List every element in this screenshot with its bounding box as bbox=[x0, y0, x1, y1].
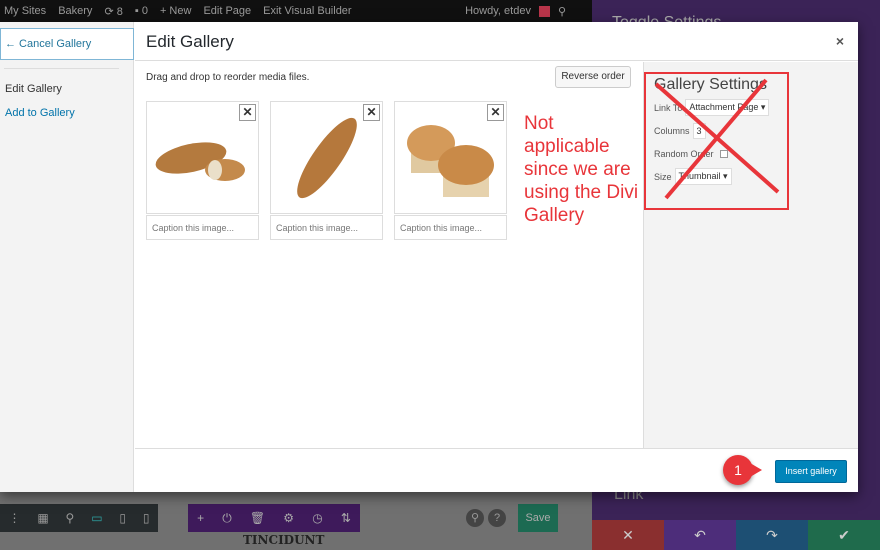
tablet-icon[interactable]: ▯ bbox=[119, 511, 126, 525]
undo-button[interactable]: ↶ bbox=[664, 520, 736, 550]
howdy-link[interactable]: Howdy, etdev bbox=[465, 5, 531, 17]
layout-icon[interactable]: ▦ bbox=[37, 511, 48, 525]
admin-bar: My Sites Bakery ⟳ 8 ▪ 0 + New Edit Page … bbox=[0, 0, 592, 22]
menu-icon[interactable]: ⋮ bbox=[8, 511, 20, 525]
gallery-item[interactable]: ✕ Caption this image... bbox=[394, 101, 507, 240]
step-callout: 1 bbox=[723, 455, 762, 485]
gallery-settings: Gallery Settings Link To Attachment Page … bbox=[643, 62, 858, 448]
reverse-order-button[interactable]: Reverse order bbox=[555, 66, 631, 88]
sidebar-item-edit-gallery[interactable]: Edit Gallery bbox=[0, 77, 133, 101]
divider bbox=[4, 68, 119, 69]
phone-icon[interactable]: ▯ bbox=[143, 511, 150, 525]
gallery-item[interactable]: ✕ Caption this image... bbox=[270, 101, 383, 240]
annotation-text: Not applicable since we are using the Di… bbox=[524, 113, 639, 226]
muffins-image bbox=[406, 124, 494, 197]
desktop-icon[interactable]: ▭ bbox=[91, 511, 102, 525]
instructions: Drag and drop to reorder media files. bbox=[146, 72, 310, 83]
edit-gallery-modal: ← Cancel Gallery Edit Gallery Add to Gal… bbox=[0, 22, 858, 492]
new-label: New bbox=[169, 5, 192, 17]
page-toolbar: + ⏻ 🗑 ⚙ ◷ ⇅ bbox=[188, 504, 360, 532]
comments-count: 0 bbox=[141, 5, 148, 17]
save-button[interactable]: Save bbox=[518, 504, 558, 532]
exit-builder-link[interactable]: Exit Visual Builder bbox=[263, 5, 351, 17]
site-link[interactable]: Bakery bbox=[58, 5, 92, 17]
modal-footer: 1 Insert gallery bbox=[135, 448, 858, 492]
edit-page-link[interactable]: Edit Page bbox=[203, 5, 251, 17]
page-title: Edit Gallery bbox=[146, 32, 234, 51]
caption-input[interactable]: Caption this image... bbox=[394, 215, 507, 240]
new-link[interactable]: + New bbox=[160, 5, 192, 17]
zoom-icon[interactable]: ⚲ bbox=[66, 511, 75, 525]
cross-out-icon bbox=[654, 78, 780, 200]
updates-count: 8 bbox=[116, 5, 123, 18]
cancel-gallery-button[interactable]: ← Cancel Gallery bbox=[0, 28, 134, 60]
trash-icon[interactable]: 🗑 bbox=[250, 511, 265, 525]
add-icon[interactable]: + bbox=[197, 511, 204, 525]
discard-button[interactable]: ✕ bbox=[592, 520, 664, 550]
help-icon[interactable]: ? bbox=[488, 509, 506, 527]
gear-icon[interactable]: ⚙ bbox=[283, 511, 294, 525]
power-icon[interactable]: ⏻ bbox=[222, 511, 232, 526]
search-icon[interactable]: ⚲ bbox=[558, 5, 566, 18]
baguette-image bbox=[296, 117, 357, 198]
caption-input[interactable]: Caption this image... bbox=[146, 215, 259, 240]
remove-icon[interactable]: ✕ bbox=[363, 104, 380, 121]
gallery-content: Drag and drop to reorder media files. Re… bbox=[135, 62, 643, 448]
comments-link[interactable]: ▪ 0 bbox=[135, 5, 148, 17]
confirm-button[interactable]: ✔ bbox=[808, 520, 880, 550]
module-text: TINCIDUNT bbox=[243, 533, 325, 547]
redo-button[interactable]: ↷ bbox=[736, 520, 808, 550]
caption-input[interactable]: Caption this image... bbox=[270, 215, 383, 240]
close-icon[interactable]: × bbox=[836, 33, 844, 49]
annotation-box: Gallery Settings Link To Attachment Page … bbox=[644, 72, 789, 210]
baguette-pieces-image bbox=[155, 141, 245, 181]
avatar[interactable] bbox=[538, 5, 550, 17]
remove-icon[interactable]: ✕ bbox=[487, 104, 504, 121]
history-icon[interactable]: ◷ bbox=[312, 511, 322, 525]
sidebar-item-add-to-gallery[interactable]: Add to Gallery bbox=[0, 101, 133, 125]
sort-icon[interactable]: ⇅ bbox=[341, 511, 351, 525]
my-sites-link[interactable]: My Sites bbox=[4, 5, 46, 17]
remove-icon[interactable]: ✕ bbox=[239, 104, 256, 121]
gallery-item[interactable]: ✕ Caption this image... bbox=[146, 101, 259, 240]
modal-header: Edit Gallery × bbox=[135, 22, 858, 61]
media-sidebar: ← Cancel Gallery Edit Gallery Add to Gal… bbox=[0, 22, 134, 492]
updates-link[interactable]: ⟳ 8 bbox=[104, 5, 122, 18]
view-toolbar: ⋮ ▦ ⚲ ▭ ▯ ▯ bbox=[0, 504, 158, 532]
insert-gallery-button[interactable]: Insert gallery bbox=[775, 460, 847, 483]
search-icon[interactable]: ⚲ bbox=[466, 509, 484, 527]
